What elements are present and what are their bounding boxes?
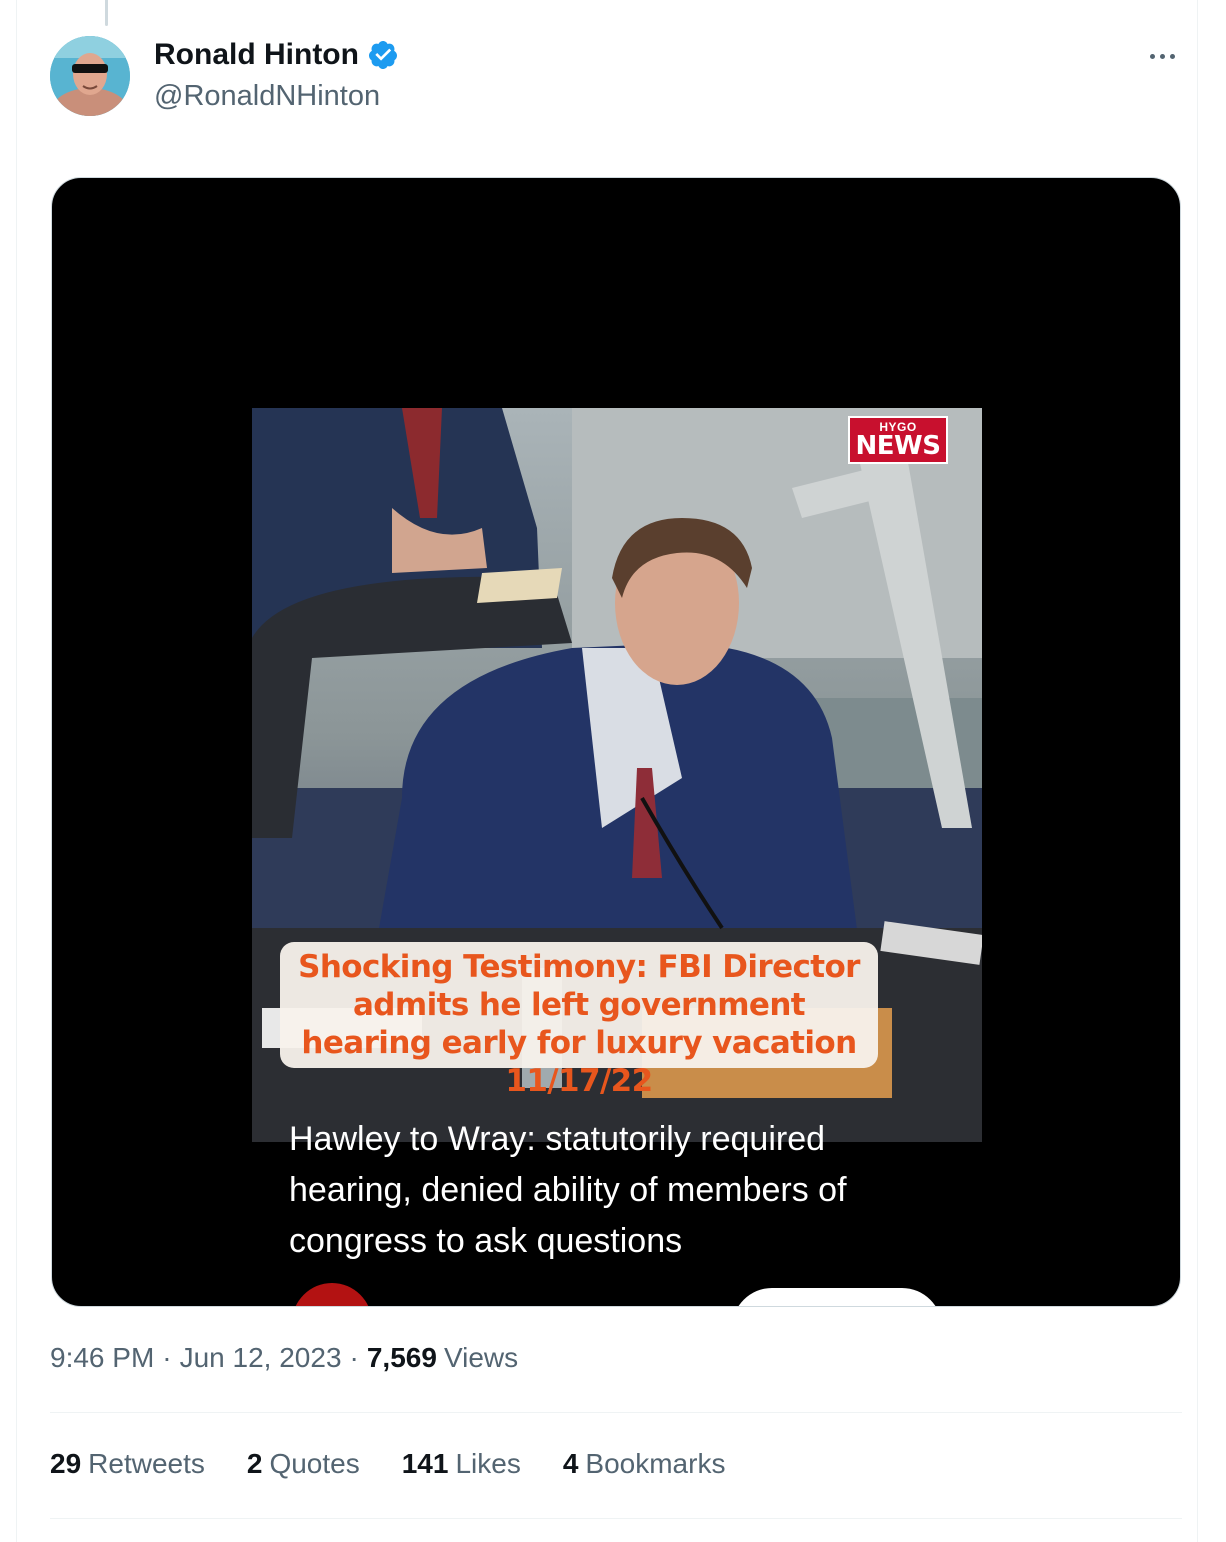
verified-badge-icon [367,39,399,71]
stat-label: Likes [455,1448,521,1479]
author-name[interactable]: Ronald Hinton [154,38,399,72]
stat-count: 2 [246,1448,263,1479]
stat-label: Bookmarks [585,1448,726,1479]
media-container[interactable]: HYGO NEWS Shocking Testimony: FBI Direct… [51,177,1181,1307]
video-headline-text: Shocking Testimony: FBI Director admits … [298,949,860,1099]
stat-label: Retweets [88,1448,205,1479]
stat-retweets[interactable]: 29 Retweets [50,1448,205,1480]
more-icon [1149,53,1155,59]
stat-count: 141 [401,1448,449,1479]
more-options-button[interactable] [1140,40,1184,72]
video-caption: Hawley to Wray: statutorily required hea… [289,1120,847,1260]
engagement-stats: 29 Retweets 2 Quotes 141 Likes 4 Bookmarks [50,1448,767,1480]
hygo-news-logo: HYGO NEWS [848,416,948,464]
video-frame[interactable]: HYGO NEWS Shocking Testimony: FBI Direct… [252,408,982,1142]
logo-bottom-text: NEWS [855,431,941,461]
author-name-text[interactable]: Ronald Hinton [154,38,359,72]
tweet-meta: 9:46 PM · Jun 12, 2023 · 7,569 Views [50,1342,518,1374]
tweet-time[interactable]: 9:46 PM [50,1342,154,1374]
meta-separator: · [349,1342,359,1373]
stat-bookmarks[interactable]: 4 Bookmarks [563,1448,726,1480]
divider [50,1518,1182,1519]
stat-label: Quotes [269,1448,360,1479]
white-pill-button[interactable] [732,1288,942,1306]
avatar[interactable] [50,36,130,116]
stat-likes[interactable]: 141 Likes [402,1448,521,1480]
stat-count: 29 [50,1448,82,1479]
record-button[interactable] [292,1283,372,1306]
thread-connector-line [105,0,108,26]
video-headline-overlay: Shocking Testimony: FBI Director admits … [280,942,878,1099]
stat-quotes[interactable]: 2 Quotes [247,1448,360,1480]
author-handle[interactable]: @RonaldNHinton [154,80,380,113]
stat-count: 4 [562,1448,579,1479]
views-label: Views [443,1342,519,1373]
views-count: 7,569 [366,1342,437,1373]
divider [50,1412,1182,1413]
meta-separator: · [162,1342,172,1373]
tweet-date[interactable]: Jun 12, 2023 [180,1342,342,1374]
